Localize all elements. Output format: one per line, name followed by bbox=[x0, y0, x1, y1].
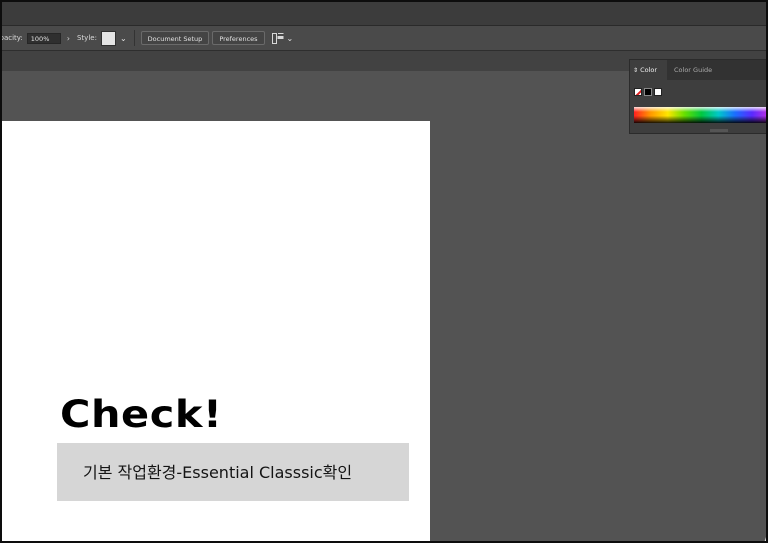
artboard-headline: Check! bbox=[60, 393, 223, 436]
control-bar: Opacity: 100% › Style: ⌄ Document Setup … bbox=[0, 26, 768, 51]
chevron-down-icon[interactable]: ⌄ bbox=[120, 34, 127, 43]
menu-bar bbox=[0, 0, 768, 26]
style-swatch[interactable] bbox=[100, 30, 116, 46]
tab-color[interactable]: ⇕ Color bbox=[630, 60, 667, 80]
illustrator-window: Opacity: 100% › Style: ⌄ Document Setup … bbox=[0, 0, 768, 543]
spectrum-highlight bbox=[634, 107, 768, 112]
white-swatch[interactable] bbox=[654, 88, 662, 96]
opacity-label: Opacity: bbox=[0, 34, 23, 42]
tab-color-label: Color bbox=[640, 66, 658, 74]
color-panel-tabs: ⇕ Color Color Guide bbox=[630, 60, 768, 80]
style-label: Style: bbox=[76, 34, 97, 42]
document-setup-button[interactable]: Document Setup bbox=[140, 31, 210, 45]
divider bbox=[133, 30, 135, 46]
arrange-chevron-down-icon[interactable]: ⌄ bbox=[287, 34, 294, 43]
tab-color-guide[interactable]: Color Guide bbox=[674, 60, 712, 80]
arrange-icon[interactable] bbox=[271, 32, 284, 44]
preferences-button[interactable]: Preferences bbox=[212, 31, 265, 45]
panel-resize-grip[interactable] bbox=[710, 129, 728, 132]
black-swatch[interactable] bbox=[644, 88, 652, 96]
artboard-subtitle: 기본 작업환경-Essential Classsic확인 bbox=[83, 463, 353, 482]
color-panel: ⇕ Color Color Guide bbox=[629, 59, 768, 134]
chevron-right-icon[interactable]: › bbox=[67, 34, 70, 43]
collapse-arrows-icon[interactable]: ⇕ bbox=[633, 67, 638, 74]
none-swatch[interactable] bbox=[634, 88, 642, 96]
opacity-input[interactable]: 100% bbox=[26, 32, 61, 44]
corner-decoration bbox=[764, 513, 768, 543]
